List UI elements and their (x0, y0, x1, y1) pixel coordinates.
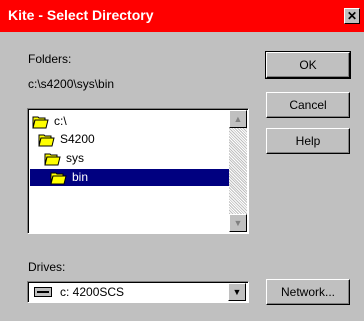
folder-list-scrollbar[interactable]: ▲ ▼ (229, 110, 247, 232)
ok-button[interactable]: OK (265, 51, 351, 79)
folders-label: Folders: (28, 52, 71, 66)
folder-item-label: sys (66, 151, 84, 165)
chevron-down-icon: ▼ (232, 287, 242, 297)
scroll-up-button[interactable]: ▲ (229, 110, 247, 128)
cancel-button[interactable]: Cancel (266, 92, 350, 118)
hard-drive-icon (34, 287, 52, 297)
help-button-label: Help (295, 134, 321, 148)
close-button[interactable]: ✕ (344, 8, 360, 24)
open-folder-icon (38, 133, 56, 147)
folders-label-text: Folders: (28, 52, 72, 66)
network-button[interactable]: Network... (266, 279, 350, 305)
cancel-button-label: Cancel (289, 98, 327, 112)
window-title: Kite - Select Directory (8, 7, 154, 23)
folder-item-bin[interactable]: bin (30, 169, 230, 186)
close-icon: ✕ (346, 9, 358, 23)
scroll-down-icon: ▼ (233, 218, 243, 228)
open-folder-icon (32, 115, 50, 129)
drives-dropdown-button[interactable]: ▼ (228, 283, 246, 301)
open-folder-icon (50, 171, 68, 185)
drives-label-text: Drives: (28, 260, 66, 274)
title-bar: Kite - Select Directory ✕ (0, 0, 364, 32)
folder-item-s4200[interactable]: S4200 (38, 131, 95, 148)
folder-item-sys[interactable]: sys (44, 150, 84, 167)
help-button[interactable]: Help (266, 128, 350, 154)
current-path: c:\s4200\sys\bin (28, 77, 115, 91)
drives-dropdown[interactable]: c: 4200SCS (27, 281, 249, 303)
open-folder-icon (44, 152, 62, 166)
ok-button-label: OK (299, 58, 317, 72)
folder-item-label: c:\ (54, 114, 67, 128)
scroll-down-button[interactable]: ▼ (229, 214, 247, 232)
scroll-up-icon: ▲ (233, 114, 243, 124)
drives-label: Drives: (28, 260, 65, 274)
folder-tree-list[interactable]: c:\ S4200 sys bin (27, 108, 249, 234)
folder-item-root[interactable]: c:\ (32, 113, 67, 130)
folder-item-label: bin (72, 170, 89, 184)
folder-item-label: S4200 (60, 132, 95, 146)
drives-selected-value: c: 4200SCS (60, 285, 125, 299)
network-button-label: Network... (280, 285, 335, 299)
